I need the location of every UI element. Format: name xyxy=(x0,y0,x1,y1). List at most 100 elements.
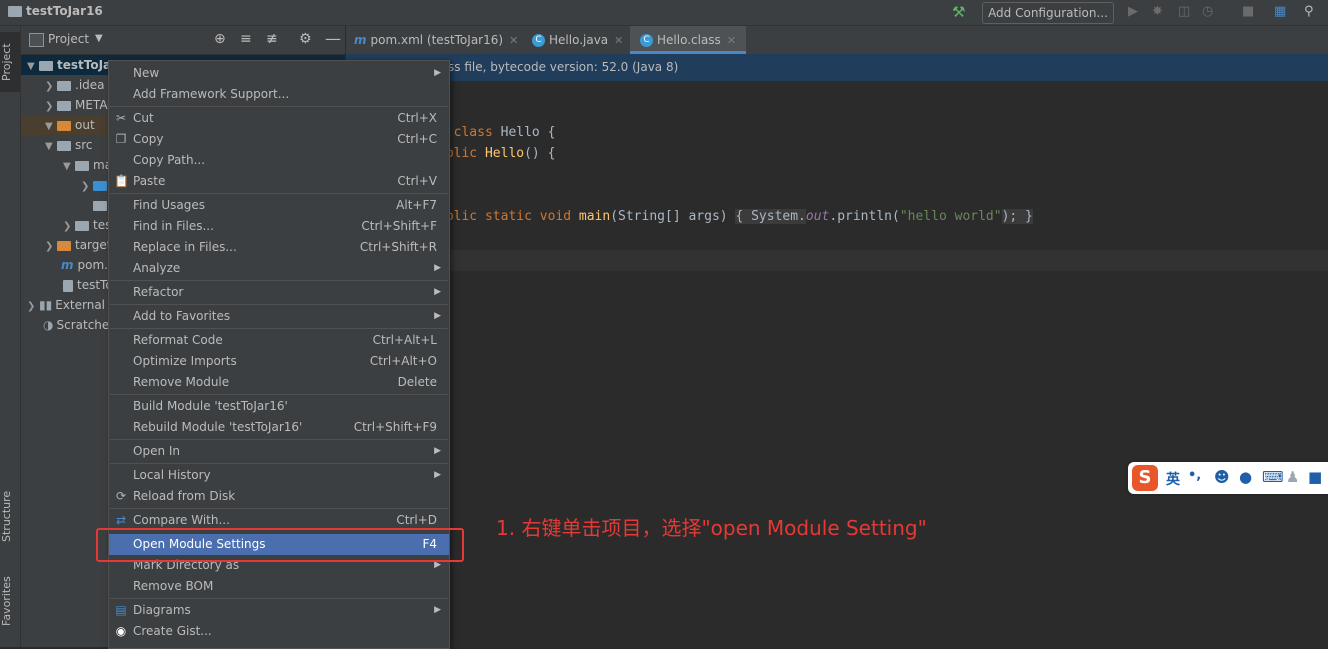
menu-item-diagrams[interactable]: ▤ Diagrams ▶ xyxy=(109,600,449,621)
gear-icon[interactable]: ⚙ xyxy=(299,31,312,47)
tab-pom-xml[interactable]: m pom.xml (testToJar16) ✕ xyxy=(354,26,518,54)
close-icon[interactable]: ✕ xyxy=(614,34,623,47)
emoji-icon[interactable]: ☻ xyxy=(1214,468,1230,486)
debug-icon[interactable]: ✸ xyxy=(1152,4,1163,19)
menu-item-create-gist[interactable]: ◉ Create Gist... xyxy=(109,621,449,642)
maven-icon: m xyxy=(354,33,367,47)
keyboard-icon[interactable]: ⌨ xyxy=(1262,468,1284,486)
tree-item-src[interactable]: ▼ src xyxy=(45,135,93,155)
menu-separator xyxy=(110,328,448,329)
left-tool-stripe: Project Structure Favorites xyxy=(0,26,21,647)
tree-item-target[interactable]: ❯ target xyxy=(45,235,112,255)
menu-item-find-in-files[interactable]: Find in Files... Ctrl+Shift+F xyxy=(109,216,449,237)
project-view-icon xyxy=(29,33,44,47)
structure-tool-tab[interactable]: Structure xyxy=(0,476,20,556)
submenu-arrow-icon: ▶ xyxy=(434,68,441,78)
decompiled-info-banner: ss file, bytecode version: 52.0 (Java 8) xyxy=(346,54,1328,81)
menu-item-cut[interactable]: ✂ Cut Ctrl+X xyxy=(109,108,449,129)
banner-text: ss file, bytecode version: 52.0 (Java 8) xyxy=(448,60,679,74)
reload-icon: ⟳ xyxy=(115,489,127,503)
menu-item-reformat-code[interactable]: Reformat Code Ctrl+Alt+L xyxy=(109,330,449,351)
project-structure-icon[interactable]: ▦ xyxy=(1274,4,1286,19)
maven-icon: m xyxy=(61,258,74,272)
scissors-icon: ✂ xyxy=(115,111,127,125)
annotation-highlight-box xyxy=(96,528,464,562)
collapse-all-icon[interactable]: ≢ xyxy=(266,31,278,47)
scratches-icon: ◑ xyxy=(43,318,54,332)
menu-item-remove-bom[interactable]: Remove BOM xyxy=(109,576,449,597)
menu-item-open-in[interactable]: Open In ▶ xyxy=(109,441,449,462)
copy-icon: ❐ xyxy=(115,132,127,146)
menu-item-analyze[interactable]: Analyze ▶ xyxy=(109,258,449,279)
menu-item-new[interactable]: New ▶ xyxy=(109,63,449,84)
locate-file-icon[interactable]: ⊕ xyxy=(214,31,226,47)
menu-separator xyxy=(110,106,448,107)
menu-item-replace-in-files[interactable]: Replace in Files... Ctrl+Shift+R xyxy=(109,237,449,258)
current-line-highlight xyxy=(346,250,1328,271)
menu-separator xyxy=(110,394,448,395)
close-icon[interactable]: ✕ xyxy=(727,34,736,47)
expand-all-icon[interactable]: ≡ xyxy=(240,31,252,47)
submenu-arrow-icon: ▶ xyxy=(434,287,441,297)
code-line-class: c class Hello { xyxy=(438,125,556,140)
menu-item-refactor[interactable]: Refactor ▶ xyxy=(109,282,449,303)
paste-icon: 📋 xyxy=(114,174,129,188)
submenu-arrow-icon: ▶ xyxy=(434,446,441,456)
favorites-tool-tab[interactable]: Favorites xyxy=(0,561,20,641)
skin-shirt-icon[interactable]: ■ xyxy=(1308,468,1322,486)
code-line-constructor: ublic Hello() { xyxy=(438,146,556,161)
github-icon: ◉ xyxy=(115,624,127,638)
submenu-arrow-icon: ▶ xyxy=(434,311,441,321)
class-icon: C xyxy=(640,34,653,47)
menu-item-optimize-imports[interactable]: Optimize Imports Ctrl+Alt+O xyxy=(109,351,449,372)
ime-language-toggle[interactable]: 英 xyxy=(1166,469,1180,489)
coverage-icon[interactable]: ◫ xyxy=(1178,4,1190,19)
tab-hello-class[interactable]: C Hello.class ✕ xyxy=(630,26,747,54)
submenu-arrow-icon: ▶ xyxy=(434,263,441,273)
menu-item-build-module[interactable]: Build Module 'testToJar16' xyxy=(109,396,449,417)
menu-separator xyxy=(110,304,448,305)
code-line-main: ublic static void main(String[] args) { … xyxy=(438,209,1033,224)
menu-item-remove-module[interactable]: Remove Module Delete xyxy=(109,372,449,393)
menu-item-paste[interactable]: 📋 Paste Ctrl+V xyxy=(109,171,449,192)
menu-separator xyxy=(110,280,448,281)
close-icon[interactable]: ✕ xyxy=(509,34,518,47)
sogou-logo-icon[interactable]: S xyxy=(1132,465,1158,491)
menu-separator xyxy=(110,463,448,464)
menu-item-add-to-favorites[interactable]: Add to Favorites ▶ xyxy=(109,306,449,327)
menu-item-find-usages[interactable]: Find Usages Alt+F7 xyxy=(109,195,449,216)
ime-punctuation-toggle[interactable]: •, xyxy=(1188,468,1201,483)
tree-item-idea[interactable]: ❯ .idea xyxy=(45,75,105,95)
editor-tabs: m pom.xml (testToJar16) ✕ C Hello.java ✕ C He… xyxy=(346,26,1328,55)
menu-item-copy-path[interactable]: Copy Path... xyxy=(109,150,449,171)
menu-item-reload-from-disk[interactable]: ⟳ Reload from Disk xyxy=(109,486,449,507)
build-hammer-icon[interactable]: ⚒ xyxy=(952,3,965,21)
add-configuration-button[interactable]: Add Configuration... xyxy=(982,2,1114,24)
run-icon[interactable]: ▶ xyxy=(1128,4,1138,19)
tree-item-out[interactable]: ▼ out xyxy=(45,115,95,135)
tab-hello-java[interactable]: C Hello.java ✕ xyxy=(532,26,623,54)
project-folder-icon xyxy=(8,6,22,17)
project-panel-header: Project ▼ ⊕ ≡ ≢ ⚙ — xyxy=(21,26,345,55)
search-everywhere-icon[interactable]: ⚲ xyxy=(1304,4,1314,19)
menu-item-rebuild-module[interactable]: Rebuild Module 'testToJar16' Ctrl+Shift+F… xyxy=(109,417,449,438)
code-editor[interactable]: c class Hello { ublic Hello() { ublic st… xyxy=(346,82,1328,647)
submenu-arrow-icon: ▶ xyxy=(434,605,441,615)
title-bar: testToJar16 ⚒ Add Configuration... ▶ ✸ ◫… xyxy=(0,0,1328,26)
menu-item-local-history[interactable]: Local History ▶ xyxy=(109,465,449,486)
menu-separator xyxy=(110,508,448,509)
ime-toolbar: S 英 •, ☻ ● ⌨ ♟ ■ xyxy=(1128,462,1328,494)
menu-item-add-framework-support[interactable]: Add Framework Support... xyxy=(109,84,449,105)
menu-separator xyxy=(110,598,448,599)
user-icon[interactable]: ♟ xyxy=(1286,468,1299,486)
minimize-icon[interactable]: — xyxy=(325,29,341,48)
profile-icon[interactable]: ◷ xyxy=(1202,4,1213,19)
menu-item-copy[interactable]: ❐ Copy Ctrl+C xyxy=(109,129,449,150)
stop-icon[interactable]: ■ xyxy=(1242,4,1254,19)
microphone-icon[interactable]: ● xyxy=(1239,468,1252,486)
project-tool-tab[interactable]: Project xyxy=(0,32,20,92)
annotation-text: 1. 右键单击项目，选择"open Module Setting" xyxy=(496,516,927,540)
project-view-selector[interactable]: Project xyxy=(48,32,89,46)
menu-separator xyxy=(110,193,448,194)
chevron-down-icon[interactable]: ▼ xyxy=(95,33,103,44)
